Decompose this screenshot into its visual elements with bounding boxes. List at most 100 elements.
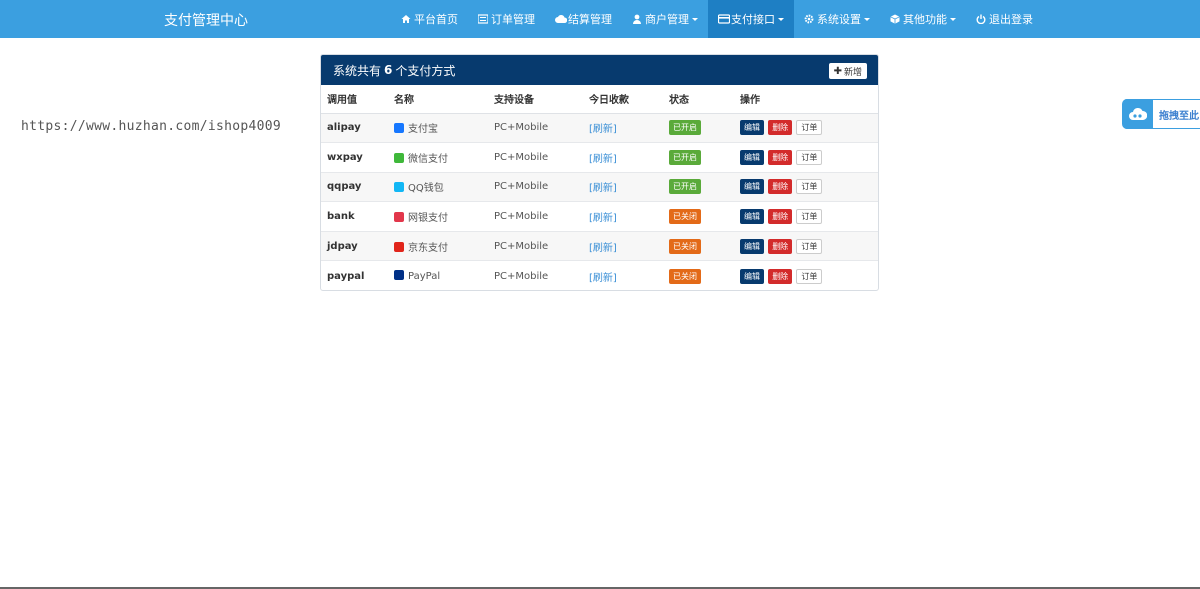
nav-label: 平台首页	[414, 13, 458, 26]
drag-upload-tab[interactable]: 拖拽至此	[1122, 99, 1200, 129]
today-cell: [刷新]	[583, 142, 663, 173]
refresh-link[interactable]: [刷新]	[589, 273, 617, 284]
payment-code: alipay	[321, 112, 388, 143]
plus-icon: ✚	[833, 65, 842, 77]
table-row: wxpay 微信支付 PC+Mobile [刷新] 已开启 编辑 删除 订单	[321, 142, 878, 173]
col-today: 今日收款	[583, 85, 663, 114]
nav-item-6[interactable]: 其他功能	[880, 0, 966, 38]
caret-down-icon	[864, 17, 870, 21]
nav-label: 商户管理	[645, 13, 689, 26]
orders-button[interactable]: 订单	[796, 179, 823, 195]
nav-item-4[interactable]: 支付接口	[708, 0, 794, 38]
status-badge[interactable]: 已关闭	[669, 209, 701, 225]
status-cell: 已关闭	[663, 201, 734, 232]
gear-icon	[804, 14, 814, 24]
cloud-icon	[555, 14, 568, 24]
payment-device: PC+Mobile	[488, 201, 583, 232]
edit-button[interactable]: 编辑	[740, 120, 764, 136]
status-badge[interactable]: 已关闭	[669, 238, 701, 254]
payment-table: 调用值 名称 支持设备 今日收款 状态 操作 alipay 支付宝 PC+Mobil…	[321, 85, 878, 291]
refresh-link[interactable]: [刷新]	[589, 154, 617, 165]
jd-pay-icon	[394, 241, 404, 252]
payment-code: paypal	[321, 260, 388, 291]
status-badge[interactable]: 已关闭	[669, 268, 701, 284]
nav-label: 结算管理	[568, 13, 612, 26]
qq-wallet-icon	[394, 182, 404, 193]
delete-button[interactable]: 删除	[768, 209, 793, 225]
actions-cell: 编辑 删除 订单	[734, 112, 878, 143]
nav-label: 订单管理	[491, 13, 535, 26]
add-payment-button[interactable]: ✚ 新增	[828, 63, 867, 79]
status-cell: 已开启	[663, 171, 734, 202]
payment-methods-panel: 系统共有 6 个支付方式 ✚ 新增 调用值 名称 支持设备 今日收款 状态 操作…	[320, 54, 879, 291]
payment-name-cell: QQ钱包	[388, 171, 488, 202]
actions-cell: 编辑 删除 订单	[734, 171, 878, 202]
col-name: 名称	[388, 85, 488, 114]
nav-item-3[interactable]: 商户管理	[622, 0, 708, 38]
status-badge[interactable]: 已开启	[669, 179, 701, 195]
nav-item-2[interactable]: 结算管理	[545, 0, 622, 38]
actions-cell: 编辑 删除 订单	[734, 201, 878, 232]
nav-item-5[interactable]: 系统设置	[794, 0, 880, 38]
power-icon	[976, 14, 986, 25]
wechat-pay-icon	[394, 152, 404, 163]
nav-item-0[interactable]: 平台首页	[391, 0, 468, 38]
refresh-link[interactable]: [刷新]	[589, 124, 617, 135]
edit-button[interactable]: 编辑	[740, 238, 764, 254]
delete-button[interactable]: 删除	[768, 120, 793, 136]
edit-button[interactable]: 编辑	[740, 149, 764, 165]
nav-item-7[interactable]: 退出登录	[966, 0, 1043, 38]
payment-code: bank	[321, 201, 388, 232]
payment-name-cell: PayPal	[388, 260, 488, 291]
refresh-link[interactable]: [刷新]	[589, 243, 617, 254]
payment-name: QQ钱包	[408, 183, 444, 195]
payment-name: 网银支付	[408, 213, 448, 225]
nav-label: 其他功能	[903, 13, 947, 26]
orders-button[interactable]: 订单	[796, 149, 823, 165]
edit-button[interactable]: 编辑	[740, 268, 764, 284]
payment-name-cell: 支付宝	[388, 112, 488, 143]
nav-label: 支付接口	[731, 13, 775, 26]
payment-name: 京东支付	[408, 242, 448, 254]
user-icon	[632, 14, 642, 24]
table-row: qqpay QQ钱包 PC+Mobile [刷新] 已开启 编辑 删除 订单	[321, 171, 878, 202]
orders-button[interactable]: 订单	[796, 238, 823, 254]
payment-device: PC+Mobile	[488, 142, 583, 173]
payment-device: PC+Mobile	[488, 230, 583, 261]
status-badge[interactable]: 已开启	[669, 120, 701, 136]
caret-down-icon	[778, 17, 784, 21]
payment-code: jdpay	[321, 230, 388, 261]
orders-button[interactable]: 订单	[796, 209, 823, 225]
actions-cell: 编辑 删除 订单	[734, 230, 878, 261]
orders-button[interactable]: 订单	[796, 268, 823, 284]
edit-button[interactable]: 编辑	[740, 209, 764, 225]
delete-button[interactable]: 删除	[768, 149, 793, 165]
brand-title[interactable]: 支付管理中心	[164, 10, 248, 30]
table-row: jdpay 京东支付 PC+Mobile [刷新] 已关闭 编辑 删除 订单	[321, 230, 878, 261]
nav-label: 系统设置	[817, 13, 861, 26]
orders-button[interactable]: 订单	[796, 120, 823, 136]
refresh-link[interactable]: [刷新]	[589, 183, 617, 194]
watermark-url: https://www.huzhan.com/ishop4009	[21, 119, 282, 134]
payment-name-cell: 网银支付	[388, 201, 488, 232]
main-nav: 平台首页 订单管理 结算管理 商户管理 支付接口 系统设置 其他功能 退出登录	[391, 0, 1043, 38]
payment-name: PayPal	[408, 271, 441, 283]
unionpay-icon	[394, 212, 404, 223]
panel-title-prefix: 系统共有	[333, 63, 382, 78]
panel-header: 系统共有 6 个支付方式 ✚ 新增	[321, 55, 878, 85]
payment-device: PC+Mobile	[488, 112, 583, 143]
status-badge[interactable]: 已开启	[669, 149, 701, 165]
payment-name-cell: 京东支付	[388, 230, 488, 261]
delete-button[interactable]: 删除	[768, 238, 793, 254]
table-header-row: 调用值 名称 支持设备 今日收款 状态 操作	[321, 85, 878, 114]
edit-button[interactable]: 编辑	[740, 179, 764, 195]
payment-code: wxpay	[321, 142, 388, 173]
payment-device: PC+Mobile	[488, 260, 583, 291]
nav-item-1[interactable]: 订单管理	[468, 0, 545, 38]
panel-title-suffix: 个支付方式	[395, 63, 456, 78]
refresh-link[interactable]: [刷新]	[589, 213, 617, 224]
delete-button[interactable]: 删除	[768, 179, 793, 195]
delete-button[interactable]: 删除	[768, 268, 793, 284]
today-cell: [刷新]	[583, 230, 663, 261]
col-device: 支持设备	[488, 85, 583, 114]
